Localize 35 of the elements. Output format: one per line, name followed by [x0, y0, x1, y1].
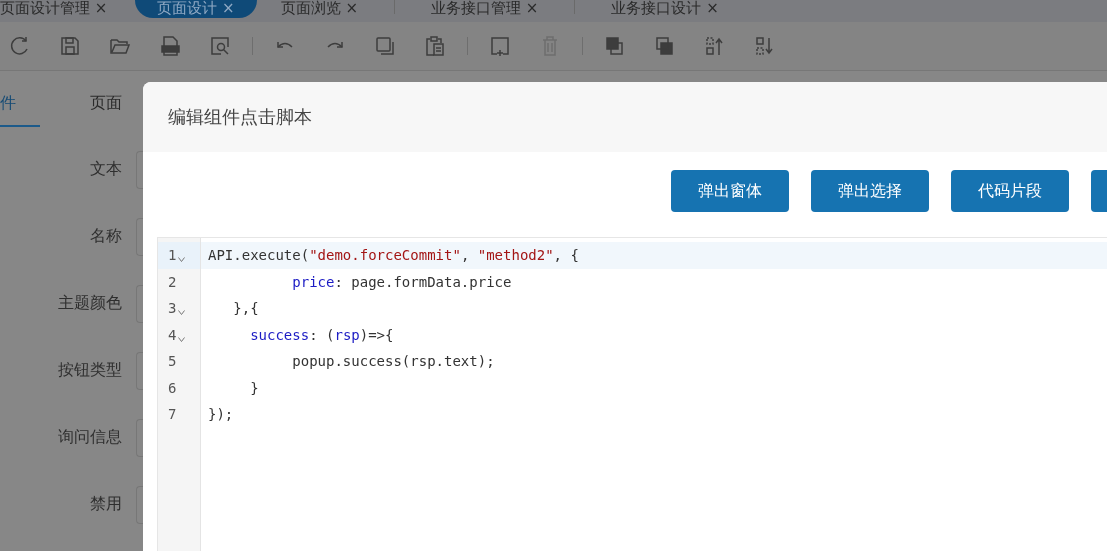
- code-line: }: [249, 379, 259, 396]
- tab[interactable]: 页面设计 ×: [135, 0, 257, 18]
- line-number: 7: [168, 406, 177, 423]
- line-number: 3: [168, 300, 177, 317]
- code-line: API.execute("demo.forceCommit", "method2", {: [208, 247, 579, 264]
- code-line: },{: [232, 300, 259, 317]
- line-number: 6: [168, 379, 177, 396]
- field-label: 文本: [90, 159, 122, 180]
- tab[interactable]: 件: [0, 81, 40, 127]
- code-line: success: (rsp)=>{: [249, 326, 394, 343]
- line-number: 5: [168, 353, 177, 370]
- code-line: popup.success(rsp.text);: [291, 353, 495, 370]
- line-number: 1: [168, 247, 177, 264]
- field-label: 主题颜色: [58, 293, 122, 314]
- tab[interactable]: 业务接口管理 ×: [417, 0, 553, 18]
- field-label: 禁用: [90, 494, 122, 515]
- code-line: price: page.formData.price: [291, 273, 512, 290]
- field-label: 按钮类型: [58, 360, 122, 381]
- fold-icon[interactable]: [178, 257, 186, 263]
- code-editor[interactable]: 1 2 3 4 5 6 7 API.execute("demo.forceCommit", "method2", { price: page.formData.price },{ success: (rsp)=>{ popup.success(rsp.text); } });: [157, 237, 1107, 551]
- action-button[interactable]: 代码片段: [951, 170, 1069, 212]
- fold-icon[interactable]: [178, 310, 186, 316]
- action-button[interactable]: 弹出窗体: [671, 170, 789, 212]
- tab[interactable]: 业务接口设计 ×: [597, 0, 733, 18]
- line-number: 2: [168, 273, 177, 290]
- field-label: 询问信息: [58, 427, 122, 448]
- tab[interactable]: 页面设计管理 ×: [0, 0, 122, 18]
- fold-icon[interactable]: [178, 336, 186, 342]
- action-button[interactable]: 弹出选择: [811, 170, 929, 212]
- line-number: 4: [168, 326, 177, 343]
- field-label: 名称: [90, 226, 122, 247]
- tab[interactable]: 页面浏览 ×: [266, 0, 373, 18]
- dialog-title: 编辑组件点击脚本: [168, 105, 312, 129]
- tab[interactable]: 页面: [90, 81, 134, 127]
- code-line: });: [208, 406, 234, 423]
